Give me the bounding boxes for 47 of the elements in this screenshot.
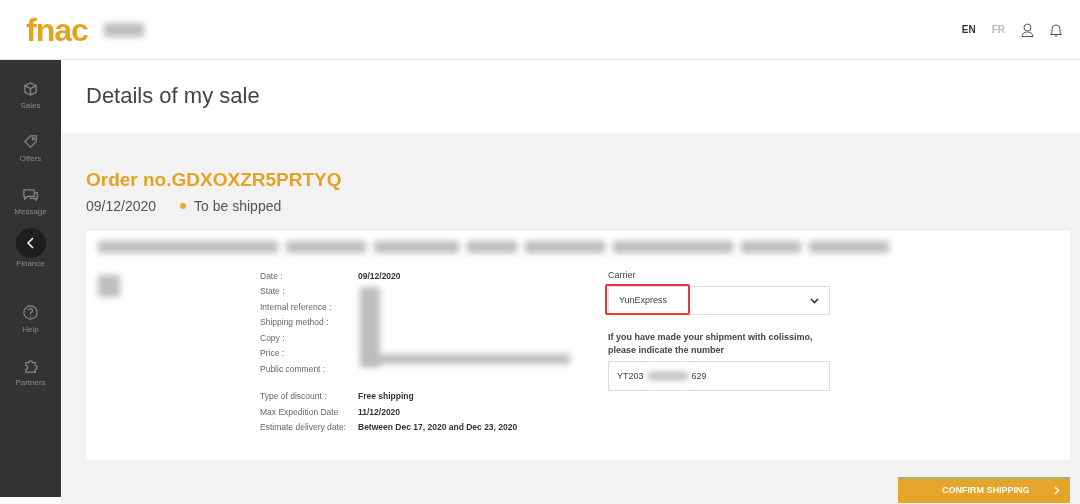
language-toggle[interactable]: EN	[961, 22, 976, 37]
sidebar-item[interactable]: Message	[0, 186, 61, 239]
order-title: Order no.GDXOXZR5PRTYQ	[86, 169, 343, 192]
field-value: 09/12/2020	[358, 269, 401, 283]
sidebar-item[interactable]: Sales	[0, 80, 61, 133]
sidebar-item[interactable]: Offers	[0, 133, 61, 186]
field-label: Internal reference :	[260, 300, 333, 314]
carrier-select[interactable]: YunExpress	[608, 286, 830, 316]
sidebar-item[interactable]: Finance	[0, 258, 61, 270]
page-title: Details of my sale	[86, 83, 260, 110]
notification-icon[interactable]	[1050, 22, 1062, 37]
sidebar-item[interactable]: Help	[0, 304, 61, 357]
puzzle-icon	[22, 357, 39, 374]
redacted-text	[467, 240, 517, 253]
chevron-down-icon	[810, 297, 819, 304]
field-label: Copy :	[260, 331, 286, 345]
field-label: Estimate delivery date:	[260, 421, 347, 435]
box-icon	[22, 80, 39, 97]
confirm-button[interactable]: CONFIRM SHIPPING	[898, 476, 1070, 503]
collapse-button[interactable]	[15, 228, 46, 258]
redacted-image	[98, 274, 120, 297]
chevron-left-icon	[25, 237, 36, 249]
user-icon[interactable]	[1021, 22, 1034, 37]
field-label: Shipping method :	[260, 316, 330, 330]
field-value: 11/12/2020	[358, 405, 401, 419]
field-label: If you have made your shipment with colissimo, please indicate the number	[608, 331, 814, 358]
order-date: 09/12/2020	[86, 196, 157, 216]
field-label: Carrier	[608, 268, 637, 282]
status-dot	[180, 203, 187, 210]
redacted-text	[741, 240, 801, 253]
redacted-text	[103, 22, 144, 37]
logo[interactable]: fnac	[26, 13, 88, 46]
chevron-right-icon	[1054, 486, 1060, 496]
field-label: Price :	[260, 347, 286, 361]
field-label: Public comment :	[260, 362, 327, 376]
field-value: Between Dec 17, 2020 and Dec 23, 2020	[358, 421, 518, 435]
field-label: Date :	[260, 269, 284, 283]
field-label: Max Expedition Date	[260, 405, 340, 419]
order-status: To be shipped	[194, 196, 282, 216]
tag-icon	[22, 133, 39, 150]
help-icon	[22, 304, 39, 321]
field-value: Free shipping	[358, 390, 414, 404]
tracking-field[interactable]: YT203 629	[608, 361, 830, 392]
sidebar-item[interactable]: Partners	[0, 357, 61, 410]
chat-icon	[22, 186, 39, 203]
field-label: State :	[260, 285, 286, 299]
field-label: Type of discount :	[260, 390, 328, 404]
